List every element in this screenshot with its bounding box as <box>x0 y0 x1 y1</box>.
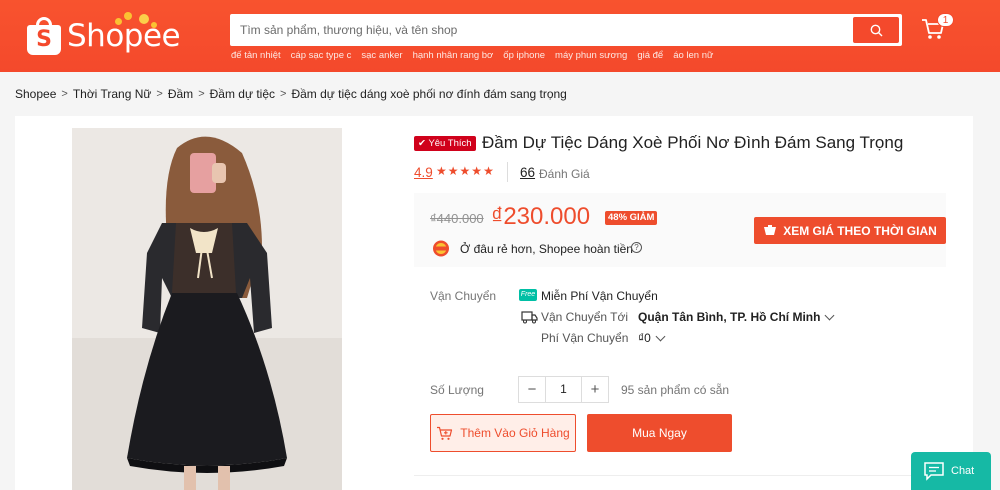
breadcrumb-link[interactable]: Shopee <box>15 87 56 101</box>
breadcrumb-current: Đầm dự tiệc dáng xoè phối nơ đính đám sa… <box>291 87 567 101</box>
review-count[interactable]: 66 <box>520 165 535 180</box>
decrease-quantity-button[interactable]: − <box>519 377 545 402</box>
chevron-down-icon <box>655 331 666 341</box>
favorite-badge: ✔ Yêu Thích <box>414 136 476 151</box>
star-icon: ★ <box>436 164 447 178</box>
chevron-down-icon <box>824 310 835 320</box>
ship-to-selector[interactable]: Quận Tân Bình, TP. Hồ Chí Minh <box>638 310 835 324</box>
chevron-right-icon: > <box>156 88 163 100</box>
cart-button[interactable]: 1 <box>920 13 954 46</box>
suggestion-link[interactable]: hạnh nhân rang bơ <box>413 50 494 61</box>
original-price: ₫440.000 <box>430 211 484 226</box>
suggestion-link[interactable]: giá để <box>637 50 663 61</box>
rating-stars: ★ ★ ★ ★ ★ <box>436 164 494 178</box>
suggestion-link[interactable]: sạc anker <box>361 50 402 61</box>
star-icon: ★ <box>471 164 483 178</box>
divider <box>507 162 508 182</box>
cart-count-badge: 1 <box>937 13 954 27</box>
shipping-fee-label: Phí Vận Chuyển <box>541 331 629 345</box>
price-tag-icon <box>764 224 777 235</box>
site-header: S Shopee đế tản nhiệt cáp sạc type c sạc… <box>0 0 1000 72</box>
sale-price: ₫230.000 <box>491 203 591 230</box>
suggestion-link[interactable]: đế tản nhiệt <box>231 50 281 61</box>
search-icon <box>870 24 882 36</box>
product-title: Đầm Dự Tiệc Dáng Xoè Phối Nơ Đình Đám Sa… <box>482 133 904 152</box>
increase-quantity-button[interactable]: + <box>582 377 608 402</box>
breadcrumb-link[interactable]: Thời Trang Nữ <box>73 87 152 101</box>
shipping-fee-selector[interactable]: ₫0 <box>638 331 666 345</box>
chat-button[interactable]: Chat <box>911 452 991 490</box>
section-divider <box>414 475 946 476</box>
breadcrumb-link[interactable]: Đầm dự tiệc <box>210 87 275 101</box>
review-label: Đánh Giá <box>539 167 590 181</box>
suggestion-link[interactable]: ốp iphone <box>503 50 545 61</box>
chevron-right-icon: > <box>198 88 205 100</box>
breadcrumb-link[interactable]: Đầm <box>168 87 193 101</box>
search-button[interactable] <box>853 17 899 43</box>
stock-count: 95 sản phẩm có sẵn <box>621 383 730 397</box>
discount-badge: 48% GIẢM <box>605 211 658 225</box>
free-shipping-icon: Free <box>519 289 537 301</box>
add-to-cart-button[interactable]: Thêm Vào Giỏ Hàng <box>430 414 576 452</box>
star-icon: ★ <box>459 164 471 178</box>
ship-to-label: Vận Chuyển Tới <box>541 310 629 324</box>
truck-icon <box>521 311 538 324</box>
product-image[interactable] <box>72 128 342 490</box>
buy-now-button[interactable]: Mua Ngay <box>587 414 732 452</box>
breadcrumb: Shopee > Thời Trang Nữ > Đầm > Đầm dự ti… <box>15 87 567 101</box>
suggestion-link[interactable]: máy phun sương <box>555 50 627 61</box>
shipping-label: Vận Chuyển <box>430 289 497 303</box>
quantity-input[interactable]: 1 <box>545 377 582 402</box>
chevron-right-icon: > <box>61 88 68 100</box>
suggestion-link[interactable]: áo len nữ <box>673 50 713 61</box>
quantity-label: Số Lượng <box>430 383 484 397</box>
price-history-button[interactable]: XEM GIÁ THEO THỜI GIAN <box>754 217 946 244</box>
rating-value[interactable]: 4.9 <box>414 165 433 180</box>
chevron-right-icon: > <box>280 88 287 100</box>
add-cart-icon <box>437 426 453 440</box>
help-icon[interactable]: ? <box>631 242 642 253</box>
shopee-bag-icon: S <box>27 17 61 55</box>
search-input[interactable] <box>240 14 840 46</box>
suggestion-link[interactable]: cáp sạc type c <box>291 50 352 61</box>
star-icon: ★ <box>483 164 494 178</box>
flower-decoration-icon <box>115 12 165 32</box>
free-shipping-text: Miễn Phí Vận Chuyển <box>541 289 658 303</box>
star-icon: ★ <box>447 164 459 178</box>
search-bar <box>230 14 902 46</box>
search-suggestions: đế tản nhiệt cáp sạc type c sạc anker hạ… <box>231 50 713 61</box>
guarantee-badge-icon <box>433 240 449 257</box>
chat-icon <box>924 462 944 481</box>
quantity-stepper: − 1 + <box>518 376 609 403</box>
guarantee-text: Ở đâu rẻ hơn, Shopee hoàn tiền <box>460 242 633 256</box>
